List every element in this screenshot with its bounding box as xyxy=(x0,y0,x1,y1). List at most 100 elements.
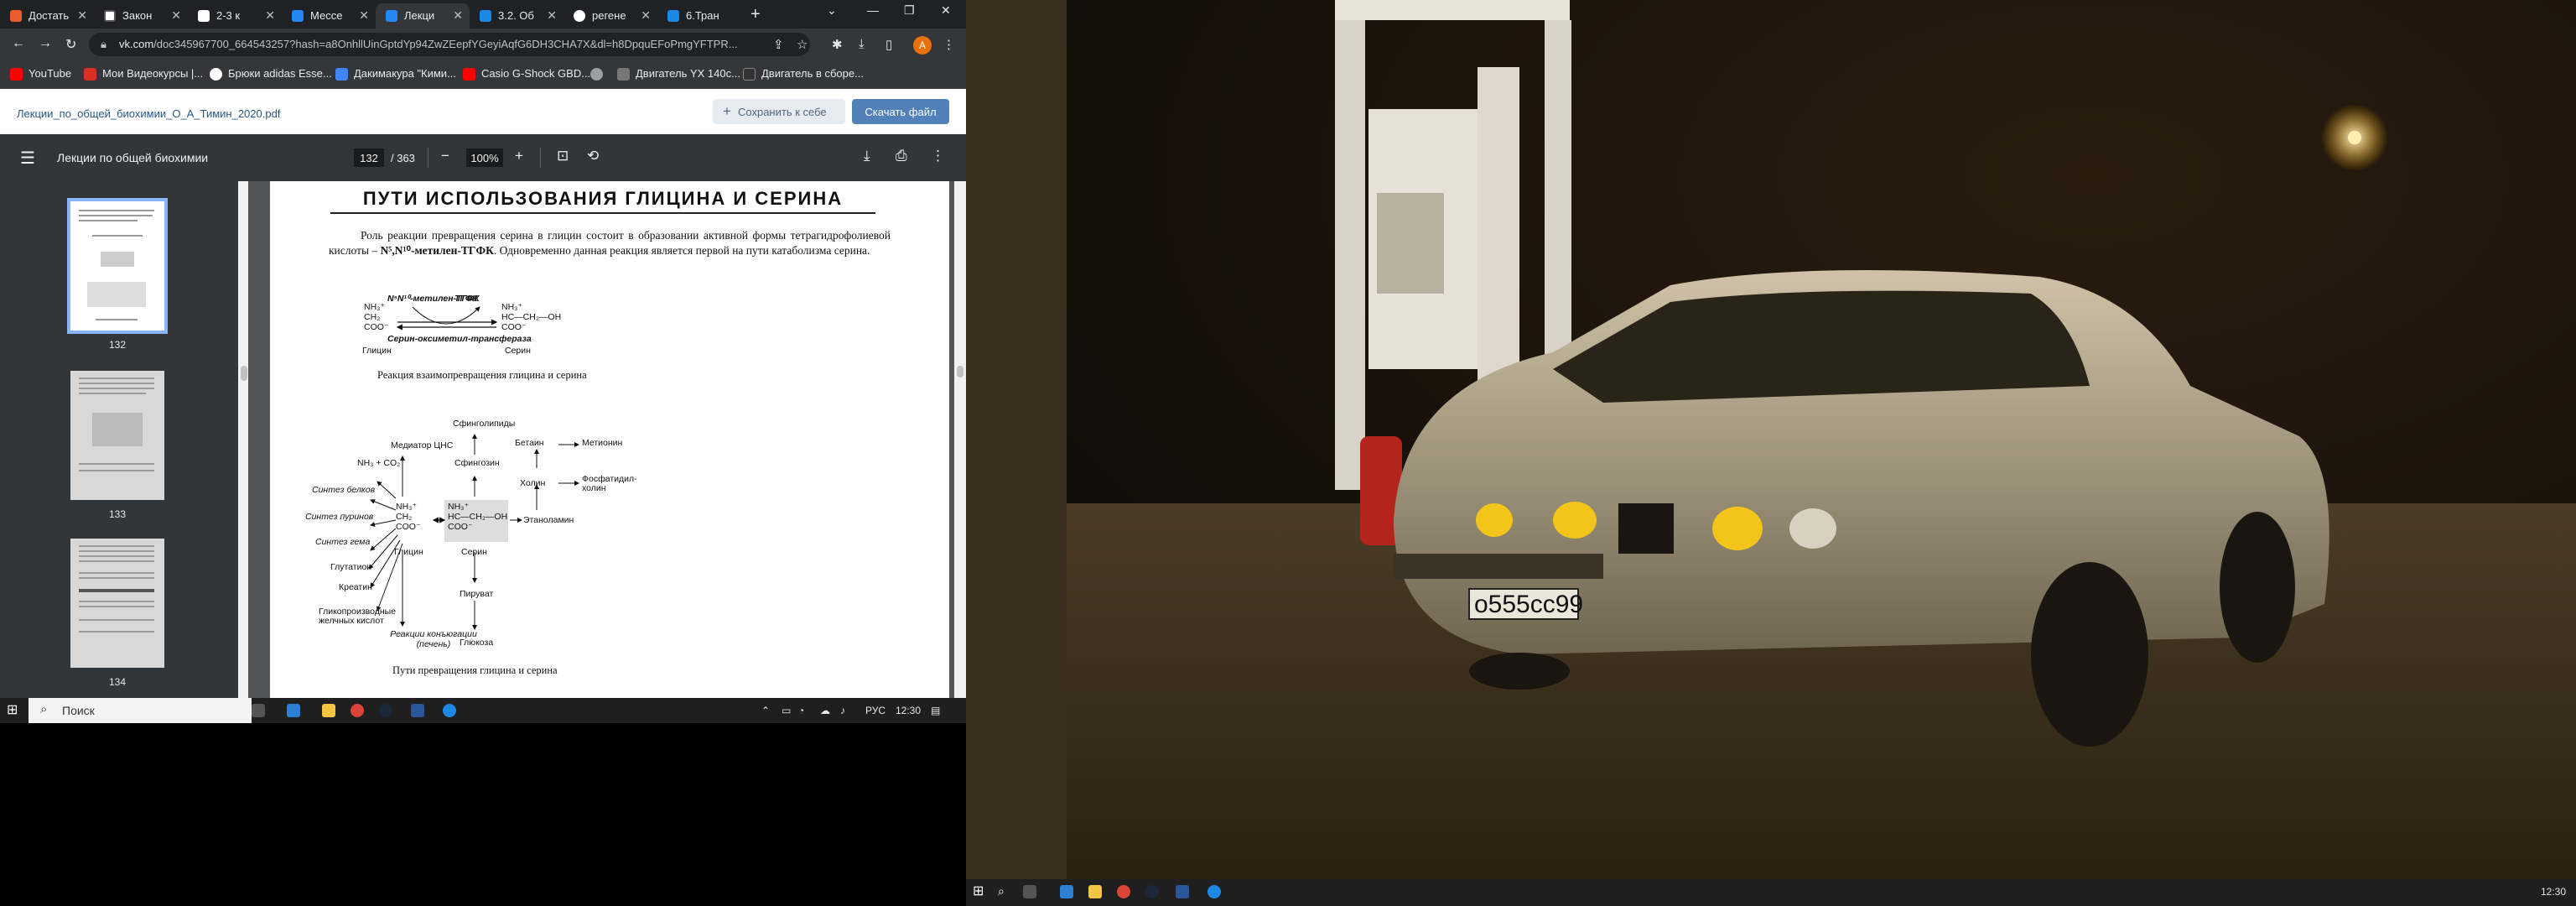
app-icon[interactable] xyxy=(443,704,456,717)
forward-icon[interactable]: → xyxy=(39,36,52,51)
mail-icon[interactable] xyxy=(1060,885,1073,898)
pdf-page: ПУТИ ИСПОЛЬЗОВАНИЯ ГЛИЦИНА И СЕРИНА Роль… xyxy=(270,181,949,698)
thumbnail-page[interactable] xyxy=(70,539,164,668)
cloud-icon[interactable]: ☁ xyxy=(820,705,830,716)
notifications-icon[interactable]: ▤ xyxy=(931,705,940,716)
thumbnail-page[interactable] xyxy=(70,371,164,500)
tab-4-active[interactable]: Лекци ✕ xyxy=(376,3,470,29)
profile-avatar[interactable]: А xyxy=(913,36,932,55)
vk-doc-header: Лекции_по_общей_биохимии_О_А_Тимин_2020.… xyxy=(0,89,966,134)
clock[interactable]: 12:30 xyxy=(896,705,921,716)
restore-icon[interactable]: ❐ xyxy=(904,3,915,18)
side-panel-icon[interactable]: ▯ xyxy=(886,37,892,52)
browser-toolbar: ← → ↻ 🔒︎ vk.com/doc345967700_664543257?h… xyxy=(0,29,966,60)
chrome-icon[interactable] xyxy=(351,704,364,717)
back-icon[interactable]: ← xyxy=(12,36,25,51)
word-icon[interactable] xyxy=(411,704,424,717)
windows-start-icon[interactable]: ⊞ xyxy=(7,701,20,717)
task-view-icon[interactable] xyxy=(252,704,265,717)
new-tab-icon[interactable]: + xyxy=(750,5,761,24)
bookmark-icon xyxy=(743,68,756,81)
close-icon[interactable]: ✕ xyxy=(453,8,463,23)
zoom-out-icon[interactable]: − xyxy=(441,148,449,164)
tray-chevron-icon[interactable]: ⌃ xyxy=(761,705,770,716)
pdf-viewer: 132 133 134 ПУТИ ИСПОЛЬЗОВАНИЯ ГЛИЦИНА И… xyxy=(0,181,966,698)
bookmark-7[interactable]: Двигатель в сборе... xyxy=(743,67,864,81)
vk-favicon-icon xyxy=(386,10,397,22)
pathway-node: Пируват xyxy=(460,589,494,599)
battery-icon[interactable]: ▭ xyxy=(782,705,791,716)
windows-start-icon[interactable]: ⊞ xyxy=(973,883,986,898)
tab-5[interactable]: 3.2. Об ✕ xyxy=(470,3,564,29)
bookmark-2[interactable]: Брюки adidas Esse... xyxy=(210,67,332,81)
thumbnail-scrollbar[interactable] xyxy=(238,181,248,698)
tab-0[interactable]: Достать ✕ xyxy=(0,3,94,29)
close-icon[interactable]: ✕ xyxy=(547,8,557,23)
volume-icon[interactable]: ♪ xyxy=(840,705,845,716)
rotate-icon[interactable]: ⟲ xyxy=(587,148,599,164)
pathway-node: Этаноламин xyxy=(523,515,574,525)
bookmark-6[interactable]: Двигатель YX 140c... xyxy=(617,67,740,81)
close-icon[interactable]: ✕ xyxy=(77,8,87,23)
network-icon[interactable]: ◔ xyxy=(798,705,804,716)
bookmark-youtube[interactable]: YouTube xyxy=(10,67,71,81)
task-view-icon[interactable] xyxy=(1023,885,1036,898)
document-name[interactable]: Лекции_по_общей_биохимии_О_А_Тимин_2020.… xyxy=(17,107,280,120)
tab-label: 2-3 к xyxy=(216,9,241,22)
address-bar[interactable]: 🔒︎ vk.com/doc345967700_664543257?hash=a8… xyxy=(89,33,810,56)
steam-icon[interactable] xyxy=(379,704,392,717)
close-icon[interactable]: ✕ xyxy=(359,8,369,23)
tab-6[interactable]: регене ✕ xyxy=(564,3,657,29)
fit-page-icon[interactable]: ⊡ xyxy=(557,148,569,164)
share-icon[interactable]: ⇪ xyxy=(773,37,784,52)
hamburger-menu-icon[interactable]: ☰ xyxy=(20,148,35,169)
tab-search-icon[interactable]: ⌄ xyxy=(827,3,837,18)
thumbnail-page[interactable] xyxy=(67,198,168,334)
pdf-download-icon[interactable]: ⤓ xyxy=(864,148,870,164)
scrollbar-thumb[interactable] xyxy=(957,366,963,378)
menu-kebab-icon[interactable]: ⋮ xyxy=(943,37,955,52)
bookmark-icon xyxy=(463,68,475,81)
close-icon[interactable]: ✕ xyxy=(171,8,181,23)
scrollbar-thumb[interactable] xyxy=(241,366,247,381)
close-icon[interactable]: ✕ xyxy=(265,8,275,23)
tab-1[interactable]: Закон ✕ xyxy=(94,3,188,29)
search-icon: ⌕ xyxy=(40,702,48,716)
tab-3[interactable]: Мессе ✕ xyxy=(282,3,376,29)
bookmark-4[interactable]: Casio G-Shock GBD... xyxy=(463,67,590,81)
thumbnail-label: 134 xyxy=(108,676,127,688)
taskbar-search[interactable]: ⌕ Поиск xyxy=(29,698,252,723)
save-to-self-button[interactable]: + Сохранить к себе xyxy=(713,99,845,124)
window-close-icon[interactable]: ✕ xyxy=(941,3,951,18)
file-explorer-icon[interactable] xyxy=(1088,885,1102,898)
more-options-icon[interactable]: ⋮ xyxy=(931,148,945,164)
downloads-icon[interactable]: ⤓ xyxy=(859,37,865,51)
tab-7[interactable]: 6.Тран xyxy=(657,3,741,29)
search-icon[interactable]: ⌕ xyxy=(998,884,1011,898)
url-host: vk.com xyxy=(119,38,154,50)
page-scrollbar[interactable] xyxy=(954,181,966,698)
bookmark-3[interactable]: Дакимакура "Кими... xyxy=(335,67,456,81)
zoom-in-icon[interactable]: + xyxy=(515,148,523,164)
clock[interactable]: 12:30 xyxy=(2541,886,2566,898)
reload-icon[interactable]: ↻ xyxy=(65,36,76,53)
app-icon[interactable] xyxy=(1208,885,1221,898)
tab-favicon-icon xyxy=(104,10,116,22)
word-icon[interactable] xyxy=(1176,885,1189,898)
minimize-icon[interactable]: — xyxy=(867,3,879,17)
zoom-input[interactable]: 100% xyxy=(466,148,503,167)
bookmark-icon xyxy=(335,68,348,81)
tab-2[interactable]: 2-3 к ✕ xyxy=(188,3,282,29)
extensions-icon[interactable]: ✱ xyxy=(832,37,843,52)
print-icon[interactable]: ⎙ xyxy=(896,148,907,164)
close-icon[interactable]: ✕ xyxy=(641,8,651,23)
language-indicator[interactable]: РУС xyxy=(865,705,886,716)
bookmark-1[interactable]: Мои Видеокурсы |... xyxy=(84,67,203,81)
file-explorer-icon[interactable] xyxy=(322,704,335,717)
bookmark-star-icon[interactable]: ☆ xyxy=(797,37,808,52)
chrome-icon[interactable] xyxy=(1117,885,1130,898)
page-number-input[interactable]: 132 xyxy=(354,148,384,167)
steam-icon[interactable] xyxy=(1145,885,1159,898)
download-file-button[interactable]: Скачать файл xyxy=(852,99,949,124)
mail-icon[interactable] xyxy=(287,704,300,717)
